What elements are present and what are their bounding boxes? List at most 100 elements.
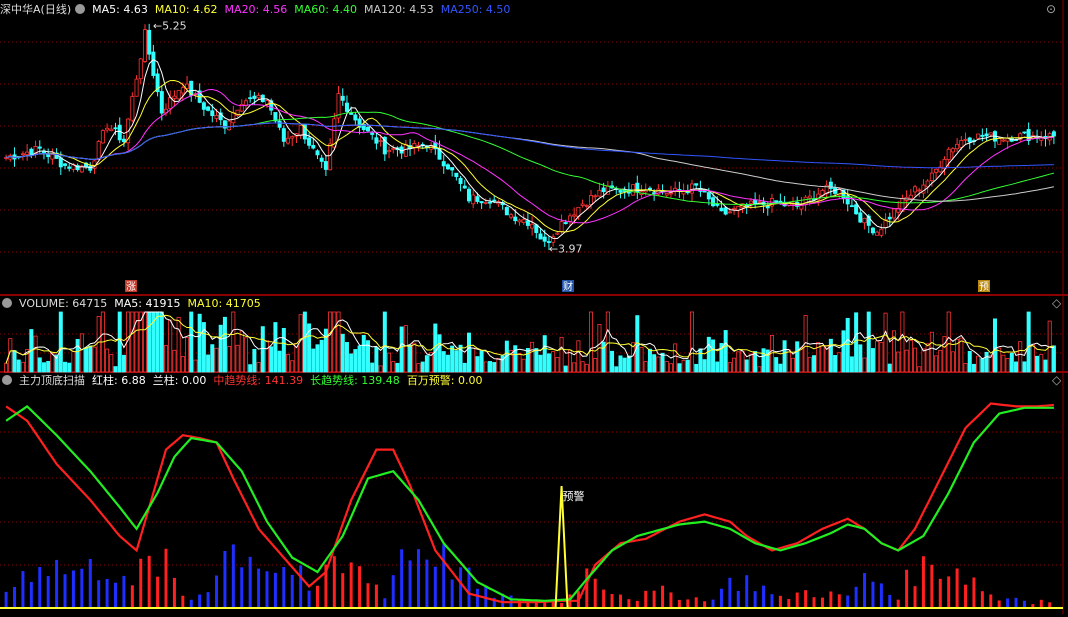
volume-bar xyxy=(340,333,345,373)
volume-bar xyxy=(88,345,93,373)
candle-body xyxy=(875,231,880,236)
candle-body xyxy=(567,215,572,222)
volume-bar xyxy=(403,325,408,373)
volume-bar xyxy=(984,351,989,373)
volume-bar xyxy=(235,344,240,373)
indicator-bar xyxy=(130,585,134,608)
volume-bar xyxy=(782,340,787,373)
volume-bar xyxy=(698,348,703,373)
volume-bar xyxy=(778,363,783,373)
candle-body xyxy=(210,110,215,117)
candle-body xyxy=(723,207,728,215)
volume-bar xyxy=(542,335,547,373)
candle-body xyxy=(117,124,122,141)
indicator-bar xyxy=(122,575,126,608)
candle-body xyxy=(378,140,383,142)
volume-bar xyxy=(723,330,728,373)
volume-bar xyxy=(227,345,232,373)
indicator-bar xyxy=(240,567,244,608)
volume-bar xyxy=(1030,343,1035,373)
indicator-bar xyxy=(374,584,378,608)
candle-body xyxy=(601,187,606,193)
volume-bar xyxy=(702,359,707,373)
volume-bar xyxy=(673,343,678,373)
volume-bar xyxy=(572,362,577,373)
candle-body xyxy=(201,102,206,110)
candle-body xyxy=(530,223,535,229)
candle-body xyxy=(959,139,964,148)
volume-bar xyxy=(399,326,404,373)
candle-body xyxy=(454,172,459,178)
indicator-dot-icon[interactable] xyxy=(2,375,12,385)
volume-bar xyxy=(46,361,51,373)
volume-bar xyxy=(450,345,455,373)
indicator-bar xyxy=(71,570,75,608)
candle-body xyxy=(908,194,913,200)
volume-bar xyxy=(214,347,219,373)
volume-bar xyxy=(715,361,720,373)
volume-bar xyxy=(454,350,459,373)
volume-bar xyxy=(736,351,741,373)
volume-bar xyxy=(656,356,661,373)
volume-bar xyxy=(302,311,307,373)
volume-bar xyxy=(584,363,589,373)
volume-bar xyxy=(668,363,673,373)
indicator-bar xyxy=(416,549,420,608)
indicator-bar xyxy=(804,590,808,608)
ma5-label: MA5: 4.63 xyxy=(92,3,148,16)
ma120-label: MA120: 4.53 xyxy=(363,3,434,16)
volume-bar xyxy=(361,334,366,373)
indicator-bar xyxy=(307,590,311,608)
candle-body xyxy=(290,136,295,139)
volume-bar xyxy=(488,361,493,373)
candle-body xyxy=(227,120,232,131)
marker-text: 预 xyxy=(979,281,989,293)
volume-bar xyxy=(387,352,392,373)
indicator-diamond-icon[interactable]: ◇ xyxy=(1052,373,1061,387)
indicator-bar xyxy=(677,599,681,608)
indicator-bar xyxy=(989,594,993,608)
volume-bar xyxy=(820,345,825,373)
candles xyxy=(4,23,1056,250)
alert-spike xyxy=(554,485,569,609)
volume-bar xyxy=(176,316,181,373)
volume-dot-icon[interactable] xyxy=(2,298,12,308)
collapse-icon[interactable]: ⊙ xyxy=(1046,2,1056,16)
volume-bar xyxy=(290,360,295,373)
candle-body xyxy=(521,219,526,224)
indicator-bar xyxy=(955,568,959,608)
indicator-bar xyxy=(879,583,883,608)
candle-body xyxy=(946,148,951,160)
volume-bar xyxy=(555,357,560,373)
volume-bar xyxy=(647,348,652,373)
candle-body xyxy=(479,201,484,204)
volume-bar xyxy=(96,316,101,373)
volume-bar xyxy=(875,340,880,373)
settings-dot-icon[interactable] xyxy=(75,4,86,14)
candle-body xyxy=(589,195,594,206)
indicator-bar xyxy=(837,594,841,608)
volume-bar xyxy=(475,356,480,373)
volume-bar xyxy=(521,358,526,373)
volume-bar xyxy=(1009,352,1014,373)
volume-bar xyxy=(870,348,875,373)
indicator-bar xyxy=(719,588,723,608)
volume-diamond-icon[interactable]: ◇ xyxy=(1052,296,1061,310)
marker-text: 涨 xyxy=(126,281,136,293)
candle-body xyxy=(159,91,164,114)
price-panel-header: 深中华A(日线) MA5: 4.63 MA10: 4.62 MA20: 4.56 MA6… xyxy=(0,1,517,19)
volume-bar xyxy=(1026,311,1031,373)
volume-bar xyxy=(33,335,38,373)
indicator-bar xyxy=(517,599,521,608)
indicator-bar xyxy=(198,594,202,608)
volume-bar xyxy=(786,349,791,373)
volume-bar xyxy=(92,346,97,373)
stock-title[interactable]: 深中华A(日线) xyxy=(0,3,71,16)
indicator-bar xyxy=(442,544,446,608)
volume-bar xyxy=(1043,359,1048,373)
volume-bar xyxy=(1001,354,1006,373)
long-trend-label: 长趋势线: 139.48 xyxy=(310,374,400,387)
volume-bar xyxy=(164,345,169,373)
candle-body xyxy=(252,95,257,99)
indicator-bar xyxy=(686,599,690,608)
